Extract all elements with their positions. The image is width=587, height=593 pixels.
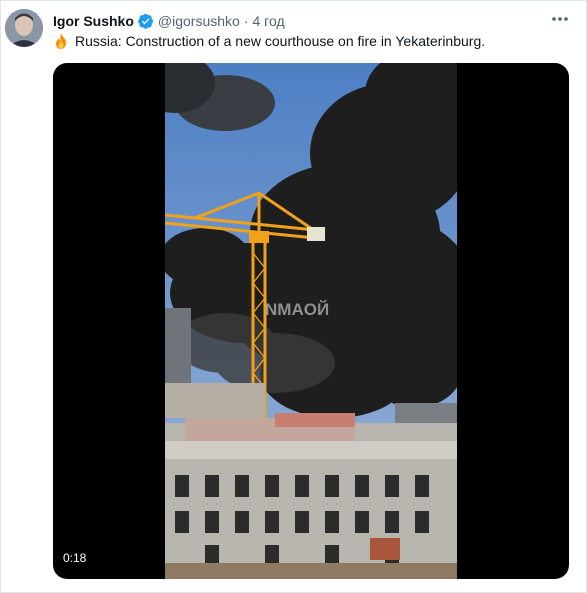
video-player[interactable]: NMAOЙ 0:18 — [53, 63, 569, 579]
tweet-text: Russia: Construction of a new courthouse… — [75, 33, 486, 49]
video-thumbnail: NMAOЙ — [165, 63, 457, 579]
separator-dot: · — [243, 13, 249, 29]
tweet-header: Igor Sushko @igorsushko · 4 год — [53, 11, 576, 31]
more-options-icon[interactable] — [548, 9, 572, 29]
avatar-image — [5, 9, 43, 47]
author-name[interactable]: Igor Sushko — [53, 13, 134, 29]
video-watermark: NMAOЙ — [265, 300, 329, 319]
verified-badge-icon — [138, 13, 153, 29]
author-handle[interactable]: @igorsushko — [158, 13, 240, 29]
video-timestamp: 0:18 — [63, 551, 87, 565]
fire-emoji-icon — [56, 33, 67, 49]
tweet-time[interactable]: 4 год — [253, 13, 285, 29]
tweet-card[interactable]: Igor Sushko @igorsushko · 4 год Russia: … — [0, 0, 587, 593]
video-frame: NMAOЙ — [165, 63, 457, 579]
tweet-text-row: Russia: Construction of a new courthouse… — [53, 32, 576, 50]
avatar[interactable] — [5, 9, 43, 47]
